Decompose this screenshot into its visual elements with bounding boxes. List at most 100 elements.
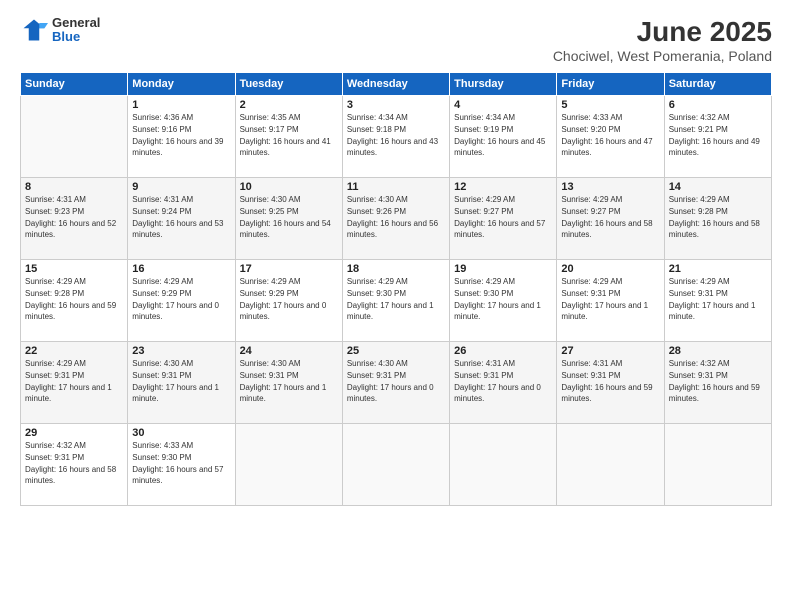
- table-row: 26 Sunrise: 4:31 AMSunset: 9:31 PMDaylig…: [450, 342, 557, 424]
- cell-text: Sunrise: 4:29 AMSunset: 9:28 PMDaylight:…: [25, 277, 116, 321]
- table-row: 8 Sunrise: 4:31 AMSunset: 9:23 PMDayligh…: [21, 178, 128, 260]
- cell-text: Sunrise: 4:31 AMSunset: 9:31 PMDaylight:…: [561, 359, 652, 403]
- cell-text: Sunrise: 4:32 AMSunset: 9:31 PMDaylight:…: [25, 441, 116, 485]
- cell-text: Sunrise: 4:31 AMSunset: 9:23 PMDaylight:…: [25, 195, 116, 239]
- table-row: 12 Sunrise: 4:29 AMSunset: 9:27 PMDaylig…: [450, 178, 557, 260]
- cell-text: Sunrise: 4:35 AMSunset: 9:17 PMDaylight:…: [240, 113, 331, 157]
- day-number: 2: [240, 99, 338, 111]
- day-number: 11: [347, 181, 445, 193]
- title-block: June 2025 Chociwel, West Pomerania, Pola…: [553, 16, 772, 64]
- calendar-header-row: Sunday Monday Tuesday Wednesday Thursday…: [21, 73, 772, 96]
- day-number: 10: [240, 181, 338, 193]
- table-row: [664, 424, 771, 506]
- day-number: 1: [132, 99, 230, 111]
- table-row: 3 Sunrise: 4:34 AMSunset: 9:18 PMDayligh…: [342, 96, 449, 178]
- cell-text: Sunrise: 4:29 AMSunset: 9:31 PMDaylight:…: [669, 277, 756, 321]
- calendar-week-row: 1 Sunrise: 4:36 AMSunset: 9:16 PMDayligh…: [21, 96, 772, 178]
- col-monday: Monday: [128, 73, 235, 96]
- cell-text: Sunrise: 4:29 AMSunset: 9:28 PMDaylight:…: [669, 195, 760, 239]
- cell-text: Sunrise: 4:33 AMSunset: 9:20 PMDaylight:…: [561, 113, 652, 157]
- logo-general: General: [52, 15, 100, 30]
- cell-text: Sunrise: 4:30 AMSunset: 9:26 PMDaylight:…: [347, 195, 438, 239]
- cell-text: Sunrise: 4:29 AMSunset: 9:27 PMDaylight:…: [454, 195, 545, 239]
- page: General Blue June 2025 Chociwel, West Po…: [0, 0, 792, 612]
- day-number: 8: [25, 181, 123, 193]
- cell-text: Sunrise: 4:30 AMSunset: 9:25 PMDaylight:…: [240, 195, 331, 239]
- table-row: 15 Sunrise: 4:29 AMSunset: 9:28 PMDaylig…: [21, 260, 128, 342]
- logo: General Blue: [20, 16, 100, 45]
- day-number: 22: [25, 345, 123, 357]
- col-saturday: Saturday: [664, 73, 771, 96]
- cell-text: Sunrise: 4:29 AMSunset: 9:27 PMDaylight:…: [561, 195, 652, 239]
- table-row: 29 Sunrise: 4:32 AMSunset: 9:31 PMDaylig…: [21, 424, 128, 506]
- day-number: 17: [240, 263, 338, 275]
- day-number: 28: [669, 345, 767, 357]
- day-number: 30: [132, 427, 230, 439]
- table-row: 19 Sunrise: 4:29 AMSunset: 9:30 PMDaylig…: [450, 260, 557, 342]
- table-row: [235, 424, 342, 506]
- table-row: [557, 424, 664, 506]
- day-number: 23: [132, 345, 230, 357]
- table-row: 4 Sunrise: 4:34 AMSunset: 9:19 PMDayligh…: [450, 96, 557, 178]
- calendar-table: Sunday Monday Tuesday Wednesday Thursday…: [20, 72, 772, 506]
- day-number: 29: [25, 427, 123, 439]
- cell-text: Sunrise: 4:30 AMSunset: 9:31 PMDaylight:…: [347, 359, 434, 403]
- day-number: 15: [25, 263, 123, 275]
- cell-text: Sunrise: 4:29 AMSunset: 9:31 PMDaylight:…: [25, 359, 112, 403]
- day-number: 18: [347, 263, 445, 275]
- day-number: 24: [240, 345, 338, 357]
- table-row: 2 Sunrise: 4:35 AMSunset: 9:17 PMDayligh…: [235, 96, 342, 178]
- table-row: 24 Sunrise: 4:30 AMSunset: 9:31 PMDaylig…: [235, 342, 342, 424]
- table-row: [450, 424, 557, 506]
- day-number: 9: [132, 181, 230, 193]
- col-tuesday: Tuesday: [235, 73, 342, 96]
- table-row: 30 Sunrise: 4:33 AMSunset: 9:30 PMDaylig…: [128, 424, 235, 506]
- col-sunday: Sunday: [21, 73, 128, 96]
- logo-icon: [20, 16, 48, 44]
- col-thursday: Thursday: [450, 73, 557, 96]
- calendar-week-row: 8 Sunrise: 4:31 AMSunset: 9:23 PMDayligh…: [21, 178, 772, 260]
- cell-text: Sunrise: 4:34 AMSunset: 9:19 PMDaylight:…: [454, 113, 545, 157]
- table-row: 11 Sunrise: 4:30 AMSunset: 9:26 PMDaylig…: [342, 178, 449, 260]
- col-wednesday: Wednesday: [342, 73, 449, 96]
- day-number: 13: [561, 181, 659, 193]
- day-number: 27: [561, 345, 659, 357]
- cell-text: Sunrise: 4:32 AMSunset: 9:31 PMDaylight:…: [669, 359, 760, 403]
- table-row: [21, 96, 128, 178]
- table-row: 17 Sunrise: 4:29 AMSunset: 9:29 PMDaylig…: [235, 260, 342, 342]
- table-row: 1 Sunrise: 4:36 AMSunset: 9:16 PMDayligh…: [128, 96, 235, 178]
- calendar-week-row: 22 Sunrise: 4:29 AMSunset: 9:31 PMDaylig…: [21, 342, 772, 424]
- calendar-subtitle: Chociwel, West Pomerania, Poland: [553, 48, 772, 64]
- day-number: 14: [669, 181, 767, 193]
- day-number: 5: [561, 99, 659, 111]
- cell-text: Sunrise: 4:29 AMSunset: 9:29 PMDaylight:…: [240, 277, 327, 321]
- day-number: 16: [132, 263, 230, 275]
- logo-text: General Blue: [52, 16, 100, 45]
- table-row: 16 Sunrise: 4:29 AMSunset: 9:29 PMDaylig…: [128, 260, 235, 342]
- table-row: 23 Sunrise: 4:30 AMSunset: 9:31 PMDaylig…: [128, 342, 235, 424]
- day-number: 19: [454, 263, 552, 275]
- cell-text: Sunrise: 4:33 AMSunset: 9:30 PMDaylight:…: [132, 441, 223, 485]
- cell-text: Sunrise: 4:29 AMSunset: 9:30 PMDaylight:…: [454, 277, 541, 321]
- day-number: 20: [561, 263, 659, 275]
- day-number: 21: [669, 263, 767, 275]
- day-number: 26: [454, 345, 552, 357]
- table-row: 25 Sunrise: 4:30 AMSunset: 9:31 PMDaylig…: [342, 342, 449, 424]
- table-row: 27 Sunrise: 4:31 AMSunset: 9:31 PMDaylig…: [557, 342, 664, 424]
- table-row: 10 Sunrise: 4:30 AMSunset: 9:25 PMDaylig…: [235, 178, 342, 260]
- table-row: 13 Sunrise: 4:29 AMSunset: 9:27 PMDaylig…: [557, 178, 664, 260]
- table-row: [342, 424, 449, 506]
- col-friday: Friday: [557, 73, 664, 96]
- calendar-title: June 2025: [553, 16, 772, 48]
- day-number: 4: [454, 99, 552, 111]
- day-number: 3: [347, 99, 445, 111]
- day-number: 12: [454, 181, 552, 193]
- table-row: 5 Sunrise: 4:33 AMSunset: 9:20 PMDayligh…: [557, 96, 664, 178]
- table-row: 6 Sunrise: 4:32 AMSunset: 9:21 PMDayligh…: [664, 96, 771, 178]
- table-row: 20 Sunrise: 4:29 AMSunset: 9:31 PMDaylig…: [557, 260, 664, 342]
- cell-text: Sunrise: 4:29 AMSunset: 9:30 PMDaylight:…: [347, 277, 434, 321]
- cell-text: Sunrise: 4:32 AMSunset: 9:21 PMDaylight:…: [669, 113, 760, 157]
- header: General Blue June 2025 Chociwel, West Po…: [20, 16, 772, 64]
- table-row: 18 Sunrise: 4:29 AMSunset: 9:30 PMDaylig…: [342, 260, 449, 342]
- calendar-week-row: 15 Sunrise: 4:29 AMSunset: 9:28 PMDaylig…: [21, 260, 772, 342]
